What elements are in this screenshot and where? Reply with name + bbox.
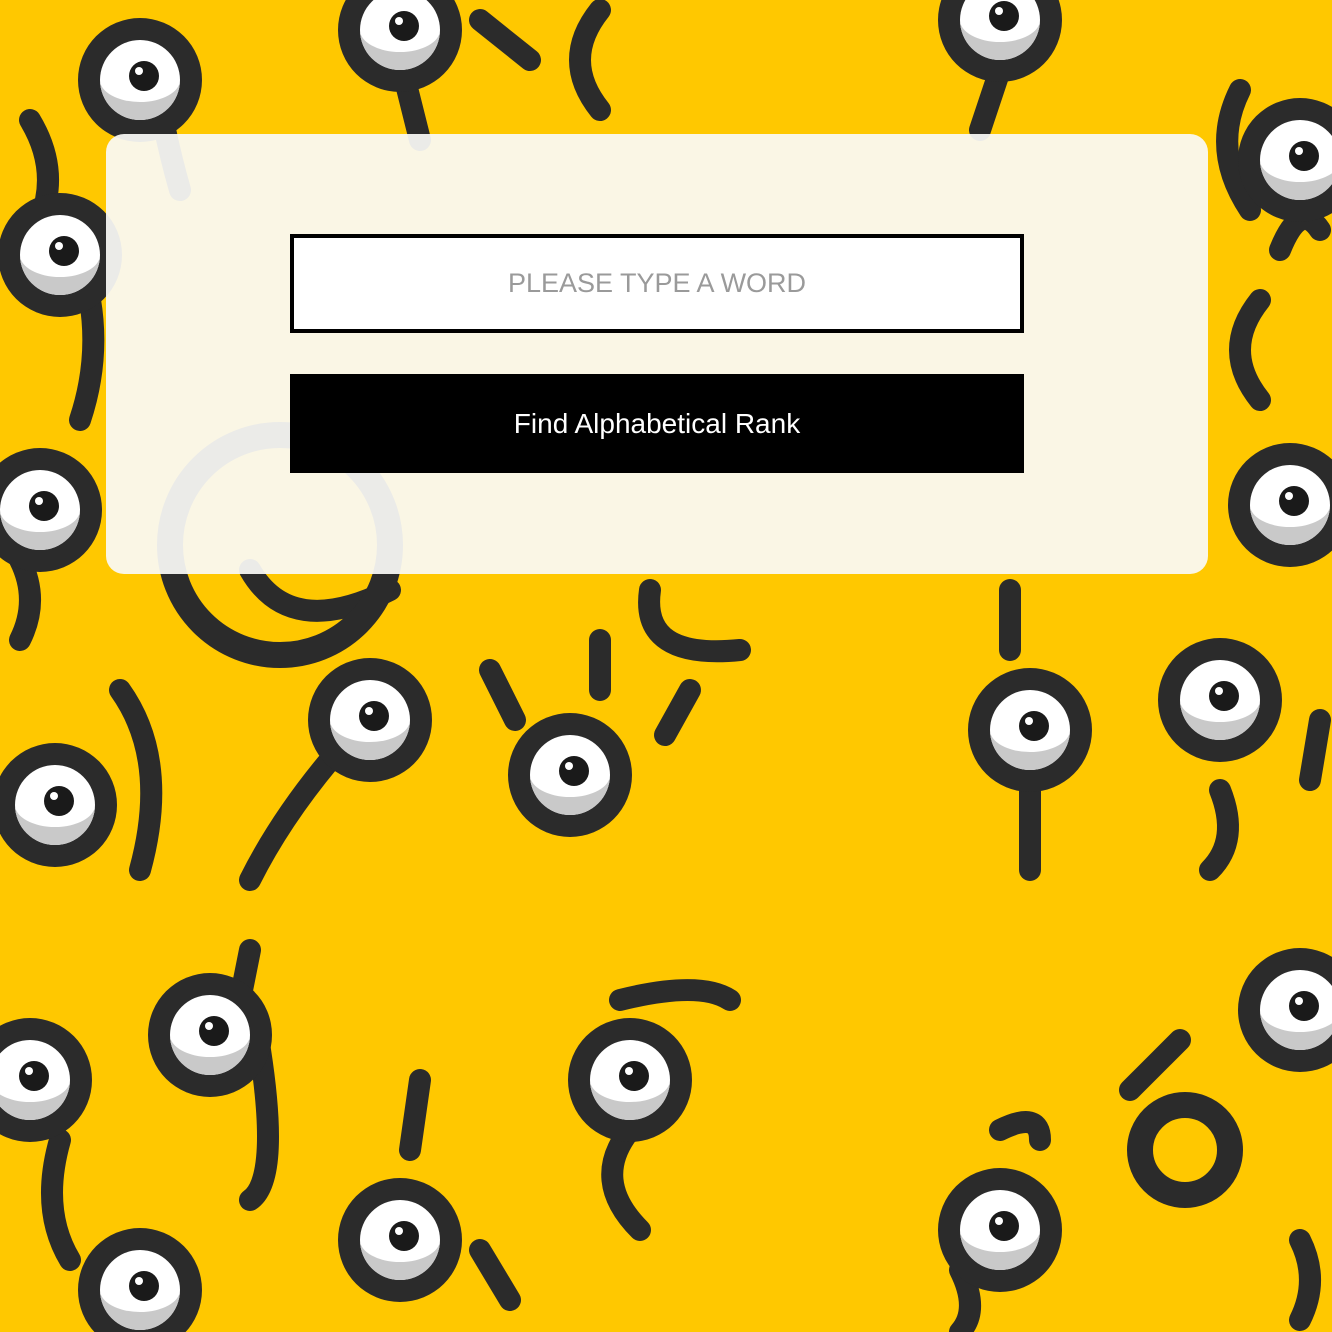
search-card: Find Alphabetical Rank <box>106 134 1208 574</box>
find-rank-button[interactable]: Find Alphabetical Rank <box>290 374 1024 473</box>
word-input[interactable] <box>290 234 1024 333</box>
